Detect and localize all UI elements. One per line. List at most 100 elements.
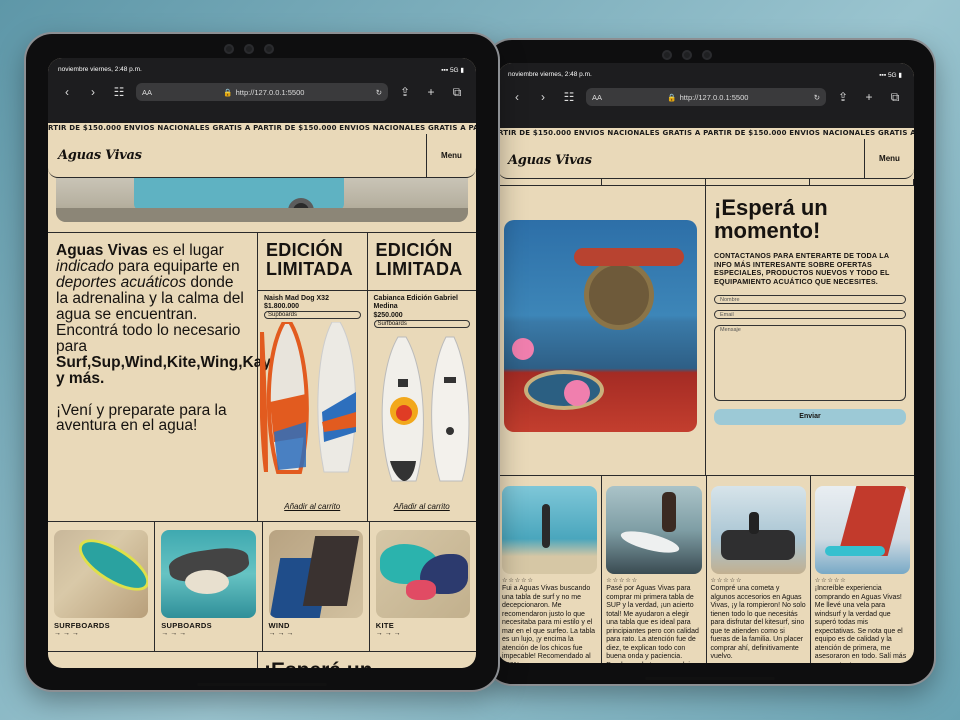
tabs-icon[interactable]: ⧉ (886, 90, 904, 105)
rating-stars: ☆☆☆☆☆ (606, 578, 639, 584)
send-button[interactable]: Enviar (714, 408, 906, 425)
product-image[interactable] (258, 320, 367, 502)
back-icon[interactable]: ‹ (58, 85, 76, 99)
rating-stars: ☆☆☆☆☆ (502, 578, 534, 584)
category-card[interactable]: KITE → → → (370, 522, 476, 651)
category-card[interactable]: SUPBOARDS → → → (155, 522, 263, 651)
status-time: noviembre viernes, 2:48 p.m. (508, 71, 592, 78)
add-to-cart-link[interactable]: Añadir al carrito (258, 502, 367, 521)
lock-icon: 🔒 (667, 92, 677, 102)
product-image[interactable] (368, 329, 477, 502)
book-icon[interactable]: ☷ (560, 90, 578, 104)
contact-text: CONTACTANOS PARA ENTERARTE DE TODA LA IN… (714, 251, 890, 287)
share-icon[interactable]: ⇪ (396, 85, 414, 99)
product-name: Naish Mad Dog X32 (264, 295, 329, 302)
reload-icon[interactable]: ↻ (814, 93, 820, 102)
tabs-icon[interactable]: ⧉ (448, 85, 466, 100)
arrows-icon: → → → (161, 630, 187, 637)
share-icon[interactable]: ⇪ (834, 90, 852, 104)
screen: noviembre viernes, 2:48 p.m. ▪▪▪ 5G ▮ ‹ … (48, 58, 476, 668)
message-field[interactable]: Mensaje (714, 324, 906, 401)
review-image (814, 486, 910, 574)
reload-icon[interactable]: ↻ (376, 88, 382, 97)
arrows-icon: → → → (268, 630, 294, 637)
category-label: SURFBOARDS (54, 621, 110, 630)
product-card: EDICIÓN LIMITADA Naish Mad Dog X32 $1.80… (258, 233, 368, 521)
address-bar[interactable]: AA 🔒 http://127.0.0.1:5500 ↻ (586, 88, 826, 106)
product-tag[interactable]: Supboards (264, 311, 361, 320)
email-field[interactable]: Email (714, 309, 906, 319)
category-card[interactable]: WIND → → → (263, 522, 370, 651)
category-image (161, 530, 256, 618)
url-text: http://127.0.0.1:5500 (235, 87, 305, 97)
url-text: http://127.0.0.1:5500 (679, 92, 749, 102)
back-icon[interactable]: ‹ (508, 90, 526, 104)
camera-array (224, 44, 274, 54)
product-price: $250.000 (373, 311, 403, 319)
new-tab-icon[interactable]: + (860, 90, 878, 104)
review-image (710, 486, 806, 574)
category-image (268, 530, 363, 618)
rating-stars: ☆☆☆☆☆ (710, 578, 743, 584)
review-image (502, 486, 598, 574)
name-field[interactable]: Nombre (714, 294, 906, 304)
forward-icon[interactable]: › (534, 90, 552, 104)
review-text: Fui a Aguas Vivas buscando una tabla de … (502, 585, 596, 663)
logo[interactable]: Aguas Vivas (48, 134, 152, 177)
review-card: ☆☆☆☆☆ Fui a Aguas Vivas buscando una tab… (498, 476, 603, 663)
status-network: ▪▪▪ 5G ▮ (441, 67, 464, 74)
review-image (606, 486, 702, 574)
product-price: $1.800.000 (264, 303, 300, 311)
contact-heading: ¡Esperá un momento! (714, 195, 828, 244)
announcement-bar: RTIR DE $150.000 ENVIOS NACIONALES GRATI… (498, 128, 914, 139)
category-label: KITE (375, 621, 395, 630)
reviews-row: ☆☆☆☆☆ Fui a Aguas Vivas buscando una tab… (498, 476, 914, 663)
address-bar[interactable]: AA 🔒 http://127.0.0.1:5500 ↻ (136, 83, 388, 101)
product-card: EDICIÓN LIMITADA Cabianca Edición Gabrie… (367, 233, 477, 521)
review-text: Compré una cometa y algunos accesorios e… (710, 585, 806, 661)
category-label: WIND (268, 621, 290, 630)
site-header: Aguas Vivas Menu (48, 134, 476, 178)
browser-chrome: noviembre viernes, 2:48 p.m. ▪▪▪ 5G ▮ ‹ … (498, 63, 914, 139)
arrows-icon: → → → (375, 630, 401, 637)
category-card[interactable]: SURFBOARDS → → → (48, 522, 156, 651)
new-tab-icon[interactable]: + (422, 85, 440, 99)
tablet-right: noviembre viernes, 2:48 p.m. ▪▪▪ 5G ▮ ‹ … (486, 40, 934, 684)
intro-text: Aguas Vivas es el lugar indicado para eq… (48, 233, 288, 521)
review-card: ☆☆☆☆☆ ¡Increíble experiencia comprando e… (811, 476, 914, 663)
browser-toolbar: ‹ › ☷ AA 🔒 http://127.0.0.1:5500 ↻ ⇪ + ⧉ (48, 74, 476, 101)
rating-stars: ☆☆☆☆☆ (814, 578, 847, 584)
menu-button[interactable]: Menu (864, 139, 914, 178)
announcement-bar: RTIR DE $150.000 ENVIOS NACIONALES GRATI… (48, 123, 476, 134)
contact-form: ¡Esperá un momento! CONTACTANOS PARA ENT… (706, 186, 914, 475)
category-image (375, 530, 470, 618)
reader-button[interactable]: AA (592, 93, 602, 102)
review-text: ¡Increíble experiencia comprando en Agua… (814, 585, 907, 663)
home-indicator[interactable] (197, 683, 327, 686)
product-name: Cabianca Edición Gabriel Medina (373, 295, 458, 311)
grid-strip (498, 179, 914, 186)
hero-image (56, 178, 468, 222)
category-image (54, 530, 149, 618)
product-tag[interactable]: Surfboards (373, 319, 470, 328)
add-to-cart-link[interactable]: Añadir al carrito (368, 502, 477, 521)
status-time: noviembre viernes, 2:48 p.m. (58, 66, 142, 73)
forward-icon[interactable]: › (84, 85, 102, 99)
camera-array (662, 50, 712, 60)
status-network: ▪▪▪ 5G ▮ (879, 72, 902, 79)
intro-grid: Aguas Vivas es el lugar indicado para eq… (48, 232, 476, 522)
book-icon[interactable]: ☷ (110, 85, 128, 99)
screen: noviembre viernes, 2:48 p.m. ▪▪▪ 5G ▮ ‹ … (498, 63, 914, 663)
status-bar: noviembre viernes, 2:48 p.m. ▪▪▪ 5G ▮ (48, 58, 476, 74)
telephone-image (504, 220, 697, 432)
menu-button[interactable]: Menu (426, 134, 476, 177)
contact-section: ¡Esperá un momento! CONTACTANOS PARA ENT… (498, 186, 914, 476)
home-indicator[interactable] (645, 677, 775, 680)
product-heading: EDICIÓN LIMITADA (258, 233, 367, 291)
contact-preview: ¡Esperá un momento! (48, 652, 476, 668)
product-heading: EDICIÓN LIMITADA (367, 233, 476, 291)
logo[interactable]: Aguas Vivas (498, 139, 602, 178)
status-bar: noviembre viernes, 2:48 p.m. ▪▪▪ 5G ▮ (498, 63, 914, 79)
category-label: SUPBOARDS (161, 621, 212, 630)
reader-button[interactable]: AA (142, 88, 152, 97)
